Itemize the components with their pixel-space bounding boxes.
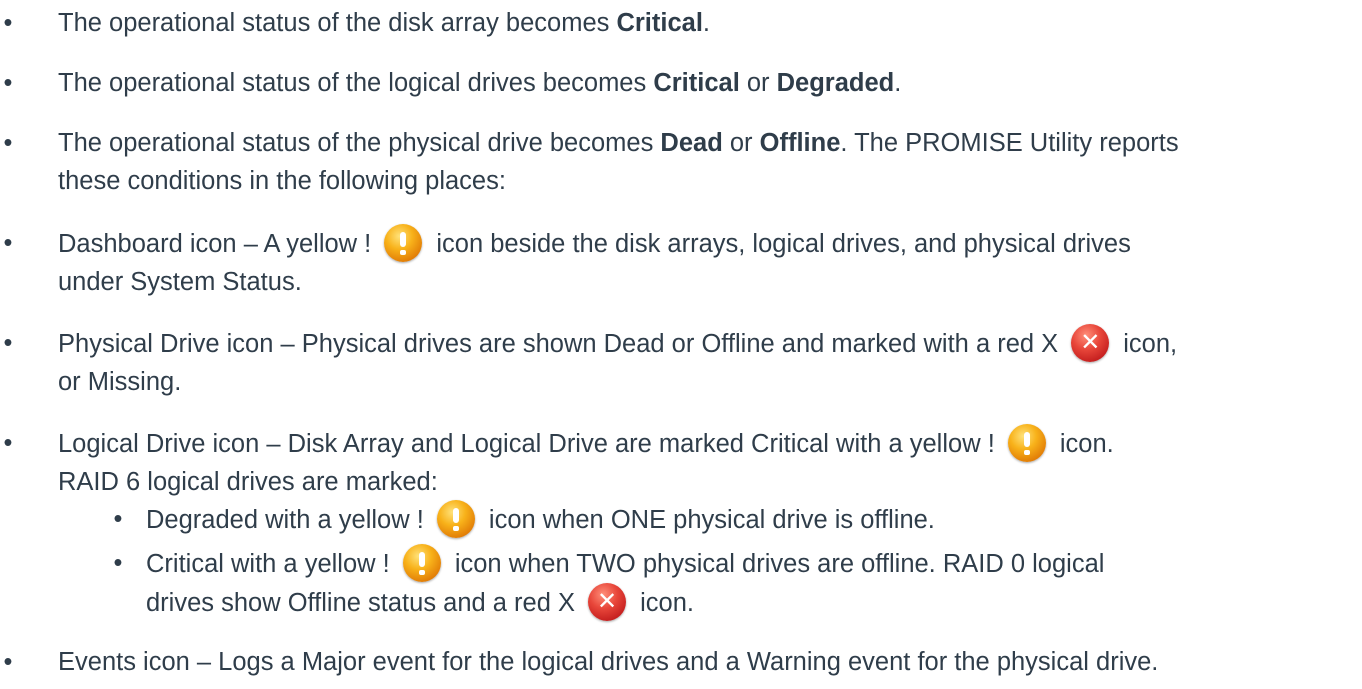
status-critical: Critical bbox=[653, 69, 740, 97]
error-icon: ✕ bbox=[588, 583, 627, 621]
warning-icon bbox=[436, 500, 475, 538]
bullet: • bbox=[3, 429, 13, 457]
status-offline: Offline bbox=[759, 129, 841, 157]
bullet: • bbox=[3, 229, 13, 257]
warning-icon bbox=[402, 544, 441, 582]
bullet: • bbox=[3, 648, 13, 676]
bullet: • bbox=[3, 329, 13, 357]
bullet: • bbox=[113, 505, 123, 533]
bullet: • bbox=[113, 549, 123, 577]
bullet: • bbox=[3, 129, 13, 157]
status-degraded: Degraded bbox=[776, 69, 895, 97]
warning-icon bbox=[384, 224, 423, 262]
status-dead: Dead bbox=[660, 129, 723, 157]
status-critical: Critical bbox=[616, 9, 703, 37]
warning-icon bbox=[1007, 424, 1046, 462]
bullet: • bbox=[3, 69, 13, 97]
error-icon: ✕ bbox=[1071, 324, 1110, 362]
bullet: • bbox=[3, 9, 13, 37]
